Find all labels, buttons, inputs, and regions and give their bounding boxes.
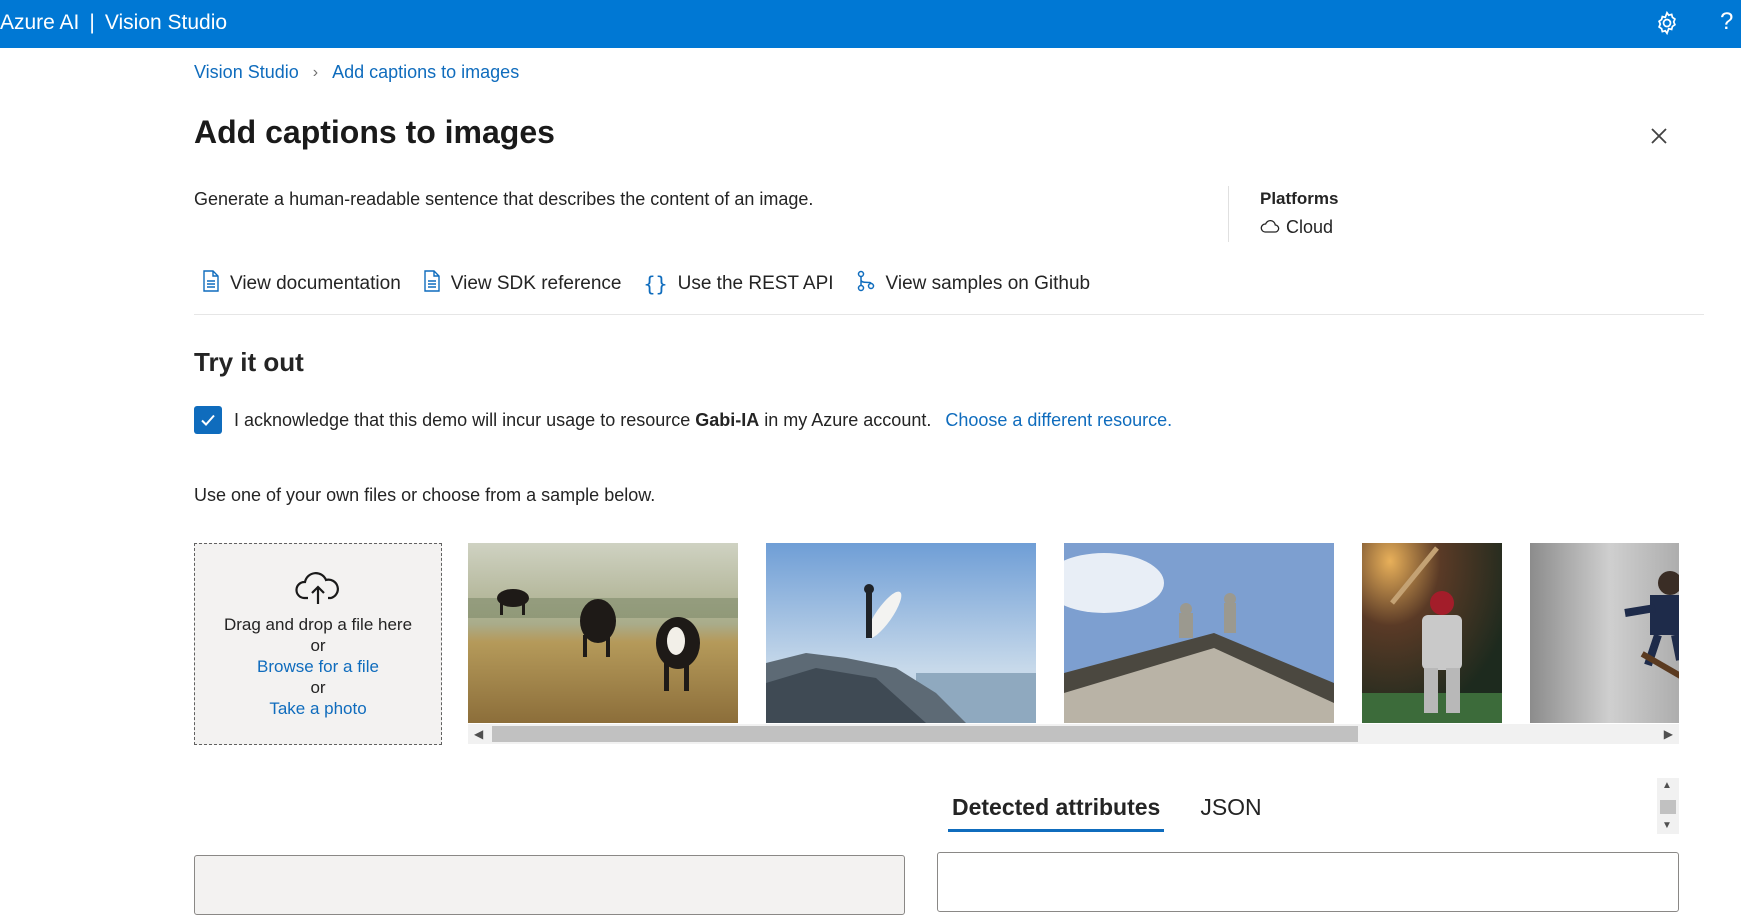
scrollbar-thumb[interactable]: [492, 726, 1358, 742]
branch-icon: [856, 270, 876, 298]
brand-name: Azure AI: [0, 11, 80, 34]
take-photo-link[interactable]: Take a photo: [195, 698, 441, 719]
tab-json[interactable]: JSON: [1200, 794, 1261, 832]
link-label: View documentation: [230, 273, 401, 294]
resource-name: Gabi-IA: [695, 409, 760, 430]
acknowledge-text: I acknowledge that this demo will incur …: [234, 409, 691, 430]
breadcrumb: Vision Studio › Add captions to images: [194, 62, 519, 83]
page-description: Generate a human-readable sentence that …: [194, 189, 814, 209]
top-bar: Azure AI | Vision Studio ?: [0, 0, 1741, 48]
sample-image-building[interactable]: [1064, 543, 1334, 723]
or-text: or: [310, 636, 326, 655]
resource-links: View documentation View SDK reference {}…: [202, 270, 1090, 298]
sample-image-cows[interactable]: [468, 543, 738, 723]
platform-label: Cloud: [1286, 217, 1334, 237]
file-drop-zone[interactable]: Drag and drop a file here or Browse for …: [194, 543, 442, 745]
code-braces-icon: {}: [643, 272, 668, 296]
platform-item: Cloud: [1260, 217, 1338, 238]
scrollbar-thumb[interactable]: [1660, 800, 1676, 814]
sample-image-baseball[interactable]: [1362, 543, 1502, 723]
sample-images: [468, 543, 1679, 723]
acknowledge-suffix: in my Azure account.: [764, 409, 932, 430]
platforms-heading: Platforms: [1260, 189, 1339, 208]
sample-image-surfer[interactable]: [766, 543, 1036, 723]
app-brand[interactable]: Azure AI | Vision Studio: [0, 11, 227, 35]
scroll-down-icon[interactable]: ▼: [1662, 820, 1672, 831]
acknowledge-row: I acknowledge that this demo will incur …: [194, 406, 1172, 434]
horizontal-scrollbar[interactable]: ◀ ▶: [468, 724, 1679, 744]
cloud-icon: [1260, 217, 1280, 238]
sample-instructions: Use one of your own files or choose from…: [194, 485, 656, 505]
browse-file-link[interactable]: Browse for a file: [195, 656, 441, 677]
section-divider: [194, 314, 1704, 315]
scroll-up-icon[interactable]: ▲: [1662, 780, 1672, 791]
breadcrumb-root[interactable]: Vision Studio: [194, 62, 299, 83]
document-icon: [202, 270, 220, 298]
scroll-right-icon[interactable]: ▶: [1664, 727, 1673, 741]
scroll-left-icon[interactable]: ◀: [474, 727, 483, 741]
or-text: or: [310, 678, 326, 697]
link-label: View SDK reference: [450, 273, 622, 294]
divider: [1228, 186, 1229, 242]
image-preview-panel: [194, 855, 905, 915]
try-it-out-heading: Try it out: [194, 347, 304, 377]
document-icon: [423, 270, 441, 298]
chevron-right-icon: ›: [312, 63, 319, 81]
view-samples-github-link[interactable]: View samples on Github: [856, 270, 1091, 298]
drop-text: Drag and drop a file here: [223, 615, 413, 634]
app-name: Vision Studio: [104, 11, 228, 34]
brand-separator: |: [89, 11, 95, 34]
tab-detected-attributes[interactable]: Detected attributes: [948, 794, 1165, 832]
link-label: View samples on Github: [885, 273, 1091, 294]
view-sdk-reference-link[interactable]: View SDK reference: [423, 270, 622, 298]
vertical-scrollbar[interactable]: ▲ ▼: [1657, 778, 1679, 834]
checkmark-icon: [201, 414, 215, 426]
help-icon[interactable]: ?: [1720, 8, 1741, 35]
close-icon[interactable]: [1647, 124, 1671, 148]
acknowledge-checkbox[interactable]: [194, 406, 222, 434]
platforms-panel: Platforms Cloud: [1260, 189, 1338, 238]
link-label: Use the REST API: [677, 273, 834, 294]
cloud-upload-icon: [294, 568, 342, 608]
breadcrumb-current[interactable]: Add captions to images: [332, 62, 519, 83]
results-panel: [937, 852, 1679, 912]
results-tabs: Detected attributes JSON: [948, 794, 1262, 832]
choose-resource-link[interactable]: Choose a different resource.: [945, 410, 1172, 431]
settings-gear-icon[interactable]: [1654, 10, 1680, 36]
sample-image-skateboarder[interactable]: [1530, 543, 1679, 723]
page-title: Add captions to images: [194, 114, 555, 150]
use-rest-api-link[interactable]: {} Use the REST API: [644, 270, 834, 298]
view-documentation-link[interactable]: View documentation: [202, 270, 401, 298]
